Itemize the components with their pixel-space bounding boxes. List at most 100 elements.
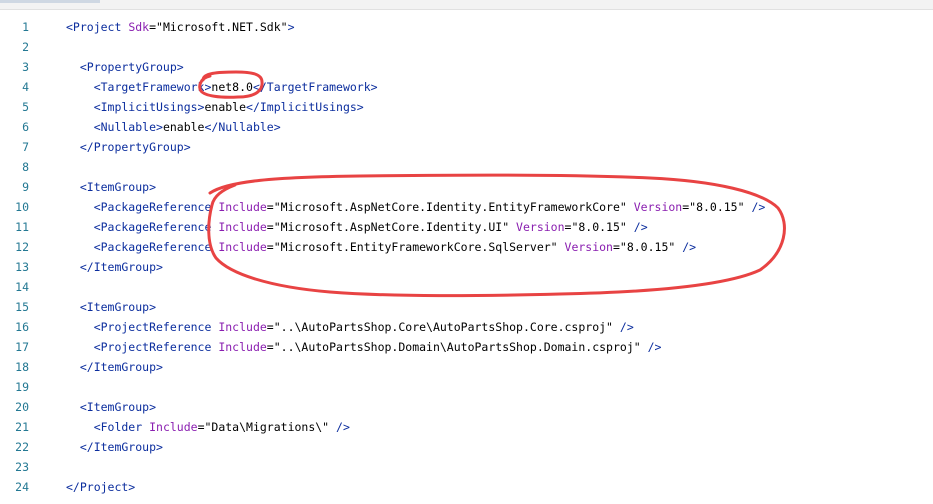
line-number: 15 xyxy=(15,300,29,314)
code-token: /> xyxy=(633,220,648,234)
code-line[interactable]: 14 xyxy=(0,277,933,297)
code-token: </ItemGroup> xyxy=(66,360,163,374)
code-line[interactable]: 7 </PropertyGroup> xyxy=(0,137,933,157)
code-line[interactable]: 12 <PackageReference Include="Microsoft.… xyxy=(0,237,933,257)
code-token: <ImplicitUsings> xyxy=(66,100,205,114)
code-token: /> xyxy=(336,420,350,434)
line-number: 1 xyxy=(22,20,29,34)
code-line[interactable]: 16 <ProjectReference Include="..\AutoPar… xyxy=(0,317,933,337)
code-token: <ItemGroup> xyxy=(66,400,157,414)
code-line[interactable]: 8 xyxy=(0,157,933,177)
code-text: </ItemGroup> xyxy=(66,257,163,277)
code-token: <Project xyxy=(66,20,129,34)
code-line[interactable]: 1 <Project Sdk="Microsoft.NET.Sdk"> xyxy=(0,17,933,37)
code-token: Version xyxy=(633,200,683,214)
code-text: <ItemGroup> xyxy=(66,297,156,317)
code-token: /> xyxy=(682,240,697,254)
line-number: 4 xyxy=(22,80,29,94)
code-token: enable xyxy=(162,120,205,134)
code-editor[interactable]: 1 <Project Sdk="Microsoft.NET.Sdk"> 2 3 <Pr… xyxy=(0,17,933,497)
code-token: /> xyxy=(647,340,662,354)
line-number: 13 xyxy=(15,260,29,274)
code-token: Version xyxy=(564,240,613,254)
code-token: <Folder xyxy=(66,420,150,434)
line-number: 22 xyxy=(15,440,29,454)
line-number: 5 xyxy=(22,100,29,114)
code-line[interactable]: 23 xyxy=(0,457,933,477)
code-token: </PropertyGroup> xyxy=(66,140,191,154)
code-token: /> xyxy=(619,320,634,334)
code-token: <Nullable> xyxy=(66,120,163,134)
code-token: /> xyxy=(751,200,766,214)
code-token: ="Microsoft.AspNetCore.Identity.EntityFr… xyxy=(266,200,634,214)
line-number: 8 xyxy=(22,160,29,174)
code-text: </ItemGroup> xyxy=(66,357,163,377)
code-text: </PropertyGroup> xyxy=(66,137,191,157)
code-line[interactable]: 15 <ItemGroup> xyxy=(0,297,933,317)
code-line[interactable]: 18 </ItemGroup> xyxy=(0,357,933,377)
line-number: 7 xyxy=(22,140,29,154)
active-tab-indicator[interactable] xyxy=(0,0,100,3)
code-token: ="Microsoft.NET.Sdk" xyxy=(149,20,288,34)
code-text: </ItemGroup> xyxy=(66,437,163,457)
code-token: <ItemGroup> xyxy=(66,300,157,314)
code-token: ="8.0.15" xyxy=(682,200,752,214)
code-token: Include xyxy=(218,240,267,254)
code-token: </TargetFramework> xyxy=(252,80,378,94)
code-line[interactable]: 2 xyxy=(0,37,933,57)
code-line[interactable]: 11 <PackageReference Include="Microsoft.… xyxy=(0,217,933,237)
code-token: <TargetFramework> xyxy=(66,80,212,94)
code-line[interactable]: 10 <PackageReference Include="Microsoft.… xyxy=(0,197,933,217)
line-number: 10 xyxy=(15,200,29,214)
line-number: 12 xyxy=(15,240,29,254)
code-token: > xyxy=(287,20,295,34)
code-line[interactable]: 3 <PropertyGroup> xyxy=(0,57,933,77)
line-number: 11 xyxy=(15,220,29,234)
code-text: </Project> xyxy=(66,477,135,497)
code-line[interactable]: 24 </Project> xyxy=(0,477,933,497)
code-line[interactable]: 5 <ImplicitUsings>enable</ImplicitUsings… xyxy=(0,97,933,117)
code-token: Include xyxy=(218,340,267,354)
line-number: 21 xyxy=(15,420,29,434)
code-token: Include xyxy=(218,200,267,214)
code-token: <ItemGroup> xyxy=(66,180,157,194)
code-token: ="Microsoft.EntityFrameworkCore.SqlServe… xyxy=(266,240,565,254)
code-token: <PackageReference xyxy=(66,220,219,234)
code-line[interactable]: 19 xyxy=(0,377,933,397)
code-token: </ImplicitUsings> xyxy=(246,100,364,114)
code-text: <PackageReference Include="Microsoft.Asp… xyxy=(66,217,648,237)
line-number: 19 xyxy=(15,380,29,394)
line-number: 17 xyxy=(15,340,29,354)
code-line[interactable]: 4 <TargetFramework>net8.0</TargetFramewo… xyxy=(0,77,933,97)
code-token: enable xyxy=(204,100,247,114)
code-token: Include xyxy=(149,420,198,434)
code-text: <TargetFramework>net8.0</TargetFramework… xyxy=(66,77,378,97)
code-token: ="..\AutoPartsShop.Core\AutoPartsShop.Co… xyxy=(266,320,620,334)
line-number: 20 xyxy=(15,400,29,414)
code-text: <Nullable>enable</Nullable> xyxy=(66,117,281,137)
code-line[interactable]: 20 <ItemGroup> xyxy=(0,397,933,417)
code-line[interactable]: 6 <Nullable>enable</Nullable> xyxy=(0,117,933,137)
code-text: <ProjectReference Include="..\AutoPartsS… xyxy=(66,337,662,357)
code-text: <PackageReference Include="Microsoft.Ent… xyxy=(66,237,696,257)
code-token: </Nullable> xyxy=(204,120,281,134)
code-token: Sdk xyxy=(128,20,150,34)
code-line[interactable]: 13 </ItemGroup> xyxy=(0,257,933,277)
code-text: <PropertyGroup> xyxy=(66,57,184,77)
code-token: ="Data\Migrations\" xyxy=(197,420,337,434)
code-token: </Project> xyxy=(66,480,136,494)
line-number: 18 xyxy=(15,360,29,374)
code-token: <PackageReference xyxy=(66,240,219,254)
code-line[interactable]: 9 <ItemGroup> xyxy=(0,177,933,197)
code-line[interactable]: 22 </ItemGroup> xyxy=(0,437,933,457)
line-number: 9 xyxy=(22,180,29,194)
code-line[interactable]: 17 <ProjectReference Include="..\AutoPar… xyxy=(0,337,933,357)
code-text: <ImplicitUsings>enable</ImplicitUsings> xyxy=(66,97,364,117)
code-token: ="..\AutoPartsShop.Domain\AutoPartsShop.… xyxy=(266,340,648,354)
code-text: <ProjectReference Include="..\AutoPartsS… xyxy=(66,317,634,337)
line-number: 24 xyxy=(15,480,29,494)
code-token: net8.0 xyxy=(211,80,253,94)
code-line[interactable]: 21 <Folder Include="Data\Migrations\" /> xyxy=(0,417,933,437)
line-number: 16 xyxy=(15,320,29,334)
line-number: 23 xyxy=(15,460,29,474)
